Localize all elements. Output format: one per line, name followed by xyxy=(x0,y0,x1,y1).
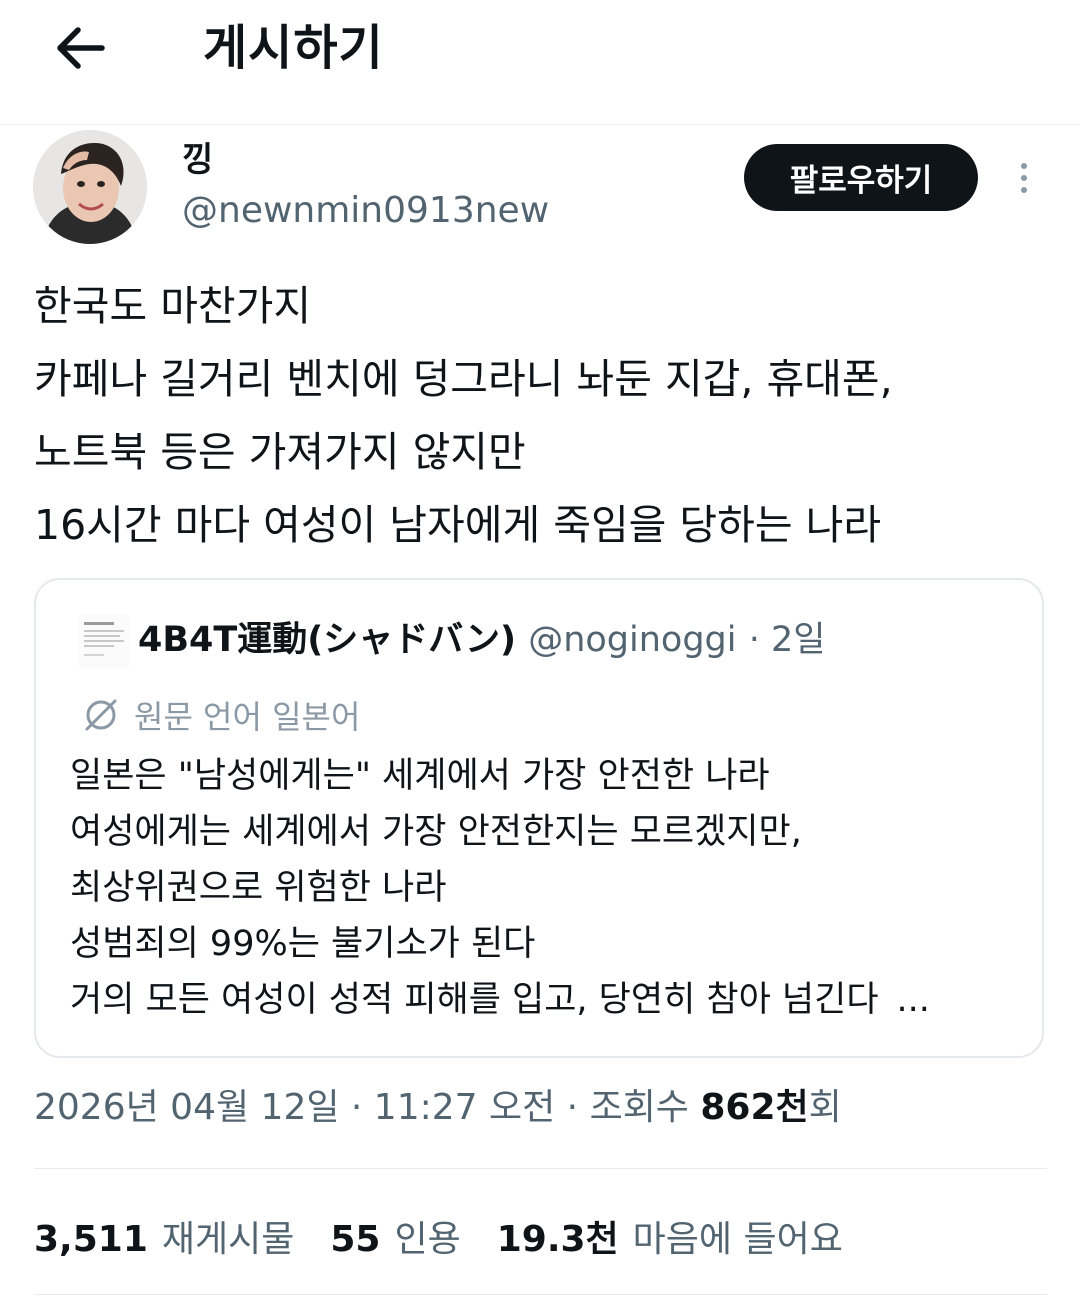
tweet-text-line: 16시간 마다 여성이 남자에게 죽임을 당하는 나라 xyxy=(34,501,882,549)
quotes-label: 인용 xyxy=(394,1219,461,1260)
reposts-stat[interactable]: 3,511 재게시물 xyxy=(34,1210,294,1262)
tweet-text-line: 노트북 등은 가져가지 않지만 xyxy=(34,428,526,476)
quote-author-row: 4B4T運動(シャドバン) @noginoggi · 2일 xyxy=(138,612,825,668)
more-vertical-icon xyxy=(1021,163,1027,169)
top-bar: 게시하기 xyxy=(0,0,1080,125)
tweet-text-line: 카페나 길거리 벤치에 덩그라니 놔둔 지갑, 휴대폰, xyxy=(34,355,893,403)
quote-author-handle[interactable]: @noginoggi xyxy=(528,620,736,660)
reposts-count: 3,511 xyxy=(34,1219,148,1260)
views-count: 862천 xyxy=(700,1087,809,1128)
quoted-tweet-card[interactable]: 4B4T運動(シャドバン) @noginoggi · 2일 원문 언어 일본어 … xyxy=(34,578,1044,1058)
tweet-text-line: 한국도 마찬가지 xyxy=(34,282,312,330)
quotes-stat[interactable]: 55 인용 xyxy=(330,1210,460,1262)
quote-author-avatar[interactable] xyxy=(78,614,130,668)
quotes-count: 55 xyxy=(330,1219,381,1260)
likes-count: 19.3천 xyxy=(496,1219,619,1260)
arrow-left-icon xyxy=(57,27,105,69)
divider xyxy=(34,1168,1047,1169)
translate-indicator[interactable]: 원문 언어 일본어 xyxy=(82,692,360,738)
author-display-name[interactable]: 낑 xyxy=(182,138,213,182)
follow-button[interactable]: 팔로우하기 xyxy=(744,144,978,211)
author-handle[interactable]: @newnmin0913new xyxy=(182,188,549,234)
quote-text-line: 일본은 "남성에게는" 세계에서 가장 안전한 나라 xyxy=(70,756,770,796)
more-vertical-icon xyxy=(1021,175,1027,181)
quote-text-line: 최상위권으로 위험한 나라 xyxy=(70,868,447,908)
quote-ellipsis: ... xyxy=(896,980,930,1020)
divider xyxy=(34,1294,1047,1295)
tweet-timestamp[interactable]: 2026년 04월 12일 · 11:27 오전 · 조회수 xyxy=(34,1087,700,1128)
translate-label: 원문 언어 일본어 xyxy=(134,698,361,736)
more-options-button[interactable] xyxy=(1008,152,1040,204)
quote-author-name[interactable]: 4B4T運動(シャドバン) xyxy=(138,620,516,660)
engagement-stats: 3,511 재게시물 55 인용 19.3천 마음에 들어요 xyxy=(34,1208,879,1264)
quote-text: 일본은 "남성에게는" 세계에서 가장 안전한 나라 여성에게는 세계에서 가장… xyxy=(70,748,1030,1028)
quote-text-line: 성범죄의 99%는 불기소가 된다 xyxy=(70,924,536,964)
likes-label: 마음에 들어요 xyxy=(632,1219,843,1260)
avatar[interactable] xyxy=(33,130,147,244)
translate-icon xyxy=(85,699,117,731)
quote-time: · 2일 xyxy=(748,620,826,660)
more-vertical-icon xyxy=(1021,187,1027,193)
reposts-label: 재게시물 xyxy=(161,1219,295,1260)
tweet-text: 한국도 마찬가지 카페나 길거리 벤치에 덩그라니 놔둔 지갑, 휴대폰, 노트… xyxy=(34,270,1054,562)
page-title: 게시하기 xyxy=(203,20,384,76)
quote-text-line: 거의 모든 여성이 성적 피해를 입고, 당연히 참아 넘긴다 xyxy=(70,980,879,1020)
tweet-meta: 2026년 04월 12일 · 11:27 오전 · 조회수 862천회 xyxy=(34,1080,842,1136)
views-suffix: 회 xyxy=(808,1087,842,1128)
back-button[interactable] xyxy=(48,20,112,76)
quote-text-line: 여성에게는 세계에서 가장 안전한지는 모르겠지만, xyxy=(70,812,802,852)
quote-text-line-last: 거의 모든 여성이 성적 피해를 입고, 당연히 참아 넘긴다... xyxy=(70,972,1030,1028)
likes-stat[interactable]: 19.3천 마음에 들어요 xyxy=(497,1210,843,1262)
